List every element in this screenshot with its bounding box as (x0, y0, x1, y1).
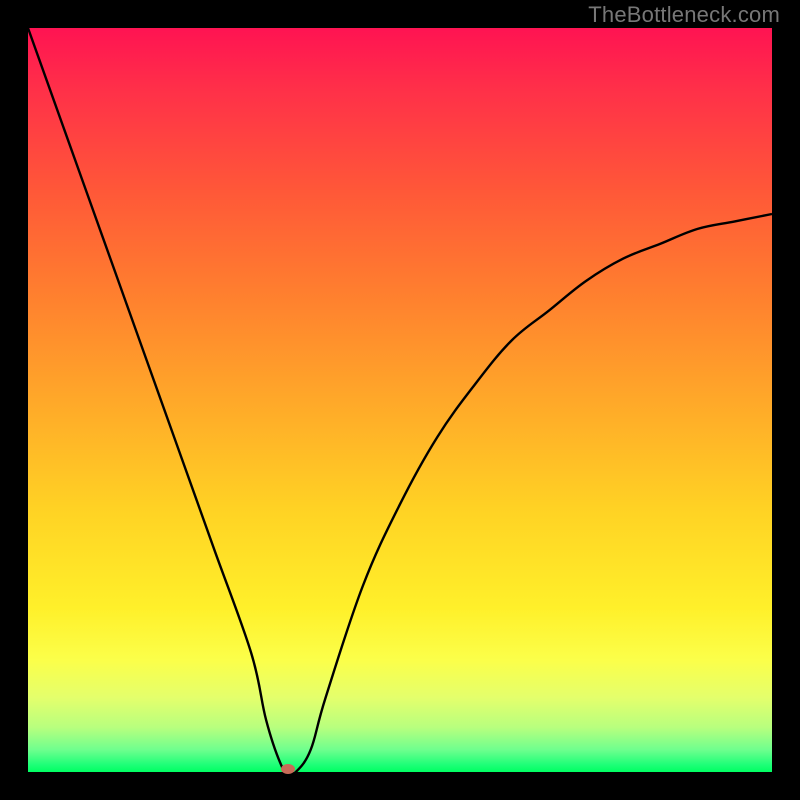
bottleneck-curve (28, 28, 772, 772)
chart-frame: TheBottleneck.com (0, 0, 800, 800)
watermark-text: TheBottleneck.com (588, 2, 780, 28)
plot-area (28, 28, 772, 772)
minimum-marker (281, 764, 295, 774)
